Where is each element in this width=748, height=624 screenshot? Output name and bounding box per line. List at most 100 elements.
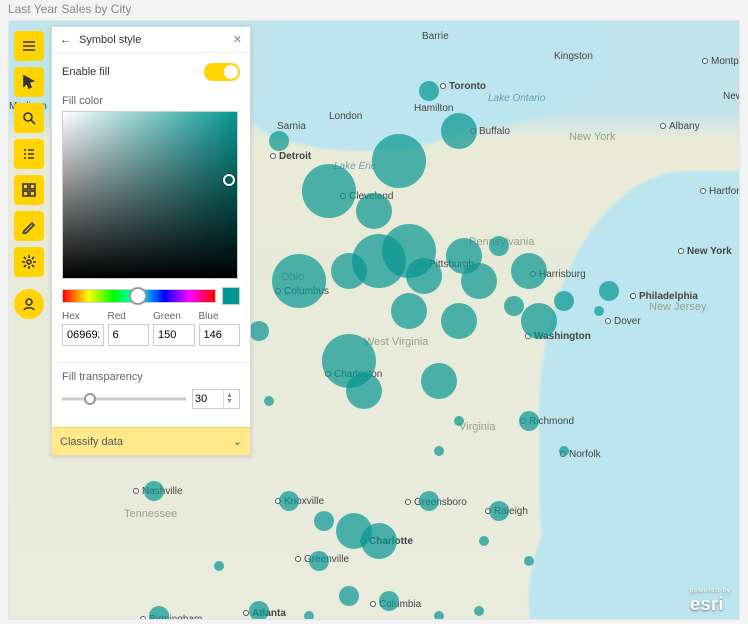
data-bubble[interactable] [504, 296, 524, 316]
city-marker [660, 123, 666, 129]
hue-slider[interactable] [62, 289, 216, 303]
hex-input[interactable] [62, 324, 104, 346]
city-label: Barrie [422, 31, 449, 42]
state-label: Tennessee [124, 508, 177, 520]
data-bubble[interactable] [454, 416, 464, 426]
current-swatch [222, 287, 240, 305]
city-label: Montpelier [711, 56, 740, 67]
data-bubble[interactable] [144, 481, 164, 501]
city-label: Buffalo [479, 126, 510, 137]
data-bubble[interactable] [519, 411, 539, 431]
gear-icon [21, 254, 37, 270]
data-bubble[interactable] [249, 321, 269, 341]
city-marker [605, 318, 611, 324]
data-bubble[interactable] [554, 291, 574, 311]
spinner-arrows[interactable]: ▲▼ [223, 390, 235, 408]
transparency-slider[interactable] [62, 391, 186, 407]
data-bubble[interactable] [309, 551, 329, 571]
viz-title: Last Year Sales by City [8, 2, 131, 16]
city-marker [700, 188, 706, 194]
data-bubble[interactable] [421, 363, 457, 399]
city-label: Detroit [279, 151, 311, 162]
state-label: New Jersey [649, 301, 706, 313]
map-toolbar [14, 31, 44, 319]
city-marker [405, 499, 411, 505]
data-bubble[interactable] [441, 113, 477, 149]
data-bubble[interactable] [314, 511, 334, 531]
map-canvas[interactable]: BarrieKingstonMontpelierTorontoLake Onta… [8, 20, 740, 620]
basemap-button[interactable] [14, 175, 44, 205]
data-bubble[interactable] [419, 491, 439, 511]
data-bubble[interactable] [489, 501, 509, 521]
data-bubble[interactable] [279, 491, 299, 511]
enable-fill-toggle[interactable] [204, 63, 240, 81]
city-label: London [329, 111, 362, 122]
data-bubble[interactable] [304, 611, 314, 620]
data-bubble[interactable] [559, 446, 569, 456]
data-bubble[interactable] [434, 611, 444, 620]
data-bubble[interactable] [264, 396, 274, 406]
color-field[interactable] [62, 111, 238, 279]
panel-title: Symbol style [79, 34, 141, 46]
esri-attribution: powered by esri [690, 588, 731, 615]
state-label: Virginia [459, 421, 496, 433]
settings-button[interactable] [14, 247, 44, 277]
data-bubble[interactable] [479, 536, 489, 546]
data-bubble[interactable] [441, 303, 477, 339]
data-bubble[interactable] [489, 236, 509, 256]
red-input[interactable] [108, 324, 150, 346]
transparency-thumb[interactable] [84, 393, 96, 405]
data-bubble[interactable] [434, 446, 444, 456]
blue-label: Blue [199, 311, 241, 322]
data-bubble[interactable] [511, 253, 547, 289]
menu-button[interactable] [14, 31, 44, 61]
menu-icon [21, 38, 37, 54]
data-bubble[interactable] [214, 561, 224, 571]
chevron-down-icon: ⌄ [233, 435, 242, 448]
layers-button[interactable] [14, 139, 44, 169]
draw-button[interactable] [14, 211, 44, 241]
account-button[interactable] [14, 289, 44, 319]
city-marker [140, 616, 146, 620]
blue-input[interactable] [199, 324, 241, 346]
data-bubble[interactable] [419, 81, 439, 101]
grid-icon [21, 182, 37, 198]
color-field-cursor[interactable] [223, 174, 235, 186]
hue-thumb[interactable] [129, 287, 147, 305]
data-bubble[interactable] [356, 193, 392, 229]
classify-data-section[interactable]: Classify data ⌄ [52, 427, 250, 455]
city-label: Norfolk [569, 449, 601, 460]
green-input[interactable] [153, 324, 195, 346]
data-bubble[interactable] [302, 164, 356, 218]
data-bubble[interactable] [346, 373, 382, 409]
state-label: New York [569, 131, 615, 143]
data-bubble[interactable] [339, 586, 359, 606]
data-bubble[interactable] [524, 556, 534, 566]
data-bubble[interactable] [272, 254, 326, 308]
data-bubble[interactable] [446, 238, 482, 274]
data-bubble[interactable] [372, 134, 426, 188]
search-button[interactable] [14, 103, 44, 133]
data-bubble[interactable] [249, 601, 269, 620]
user-icon [21, 296, 37, 312]
data-bubble[interactable] [269, 131, 289, 151]
pointer-icon [21, 74, 37, 90]
back-button[interactable]: ← [60, 34, 71, 46]
close-button[interactable]: ✕ [233, 33, 242, 46]
data-bubble[interactable] [599, 281, 619, 301]
red-label: Red [108, 311, 150, 322]
city-label: Hartford [709, 186, 740, 197]
data-bubble[interactable] [379, 591, 399, 611]
city-label: New York [687, 246, 732, 257]
data-bubble[interactable] [474, 606, 484, 616]
data-bubble[interactable] [521, 303, 557, 339]
data-bubble[interactable] [331, 253, 367, 289]
data-bubble[interactable] [406, 258, 442, 294]
data-bubble[interactable] [594, 306, 604, 316]
data-bubble[interactable] [149, 606, 169, 620]
transparency-input[interactable] [193, 390, 223, 408]
data-bubble[interactable] [391, 293, 427, 329]
search-icon [21, 110, 37, 126]
select-button[interactable] [14, 67, 44, 97]
data-bubble[interactable] [336, 513, 372, 549]
